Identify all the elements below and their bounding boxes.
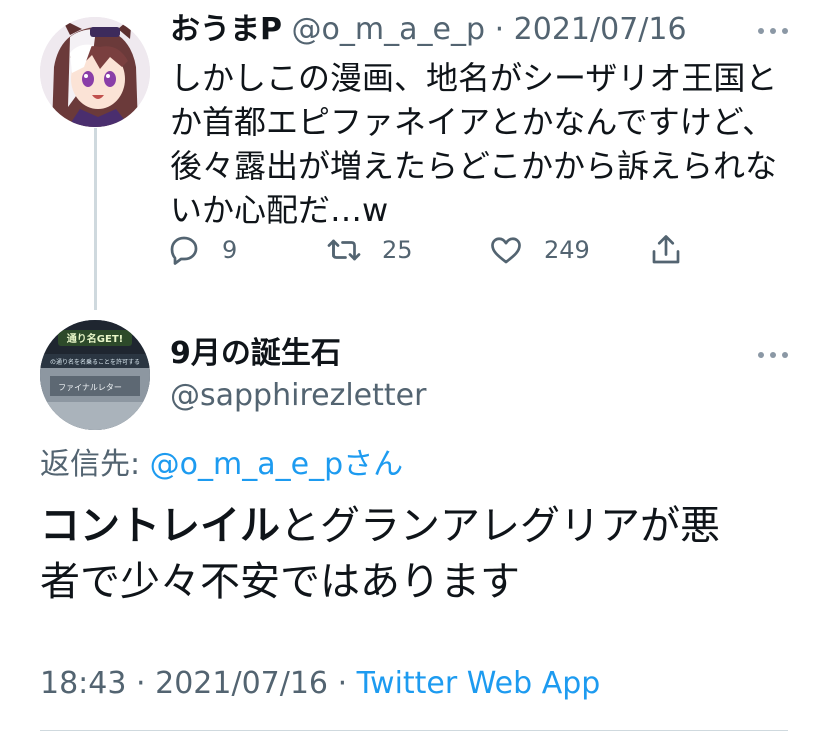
parent-tweet-header: おうまP @o_m_a_e_p · 2021/07/16: [170, 12, 687, 48]
avatar-screenshot-image: 通り名GET! の通り名を名乗ることを許可する ファイナルレター: [40, 320, 150, 430]
replying-to: 返信先: @o_m_a_e_pさん: [40, 446, 403, 484]
parent-date[interactable]: 2021/07/16: [514, 12, 687, 47]
reply-text-line: コントレイルとグランアレグリアが悪: [40, 498, 800, 554]
reply-handle[interactable]: @sapphirezletter: [170, 378, 426, 414]
avatar-text: ファイナルレター: [58, 383, 122, 392]
meta-separator: ·: [136, 666, 146, 701]
tweet-date[interactable]: 2021/07/16: [155, 666, 328, 701]
share-icon: [652, 235, 680, 264]
reply-more-icon[interactable]: [758, 350, 788, 360]
reply-display-name[interactable]: 9月の誕生石: [170, 336, 341, 372]
reply-tweet-text: コントレイルとグランアレグリアが悪 者で少々不安ではあります: [40, 498, 800, 610]
reply-count: 9: [222, 236, 238, 264]
reply-icon: [170, 236, 198, 265]
avatar-illustration: [40, 17, 150, 127]
divider: [40, 730, 788, 731]
parent-avatar[interactable]: [40, 17, 150, 127]
parent-separator: ·: [494, 12, 505, 47]
share-button[interactable]: [648, 232, 684, 268]
reply-button[interactable]: 9: [166, 232, 237, 268]
parent-display-name[interactable]: おうまP: [170, 12, 282, 47]
reply-text-rest: とグランアレグリアが悪: [280, 503, 720, 549]
reply-avatar[interactable]: 通り名GET! の通り名を名乗ることを許可する ファイナルレター: [40, 320, 150, 430]
source-app-link[interactable]: Twitter Web App: [357, 666, 601, 701]
parent-handle[interactable]: @o_m_a_e_p: [292, 12, 485, 47]
parent-text-line: か首都エピファネイアとかなんですけど、: [170, 103, 775, 141]
like-count: 249: [544, 236, 590, 264]
avatar-text: 通り名GET!: [67, 332, 123, 345]
like-button[interactable]: 249: [488, 232, 590, 268]
tweet-time[interactable]: 18:43: [40, 666, 126, 701]
parent-text-line: 後々露出が増えたらどこかから訴えられな: [170, 147, 778, 185]
parent-tweet-text: しかしこの漫画、地名がシーザリオ王国と か首都エピファネイアとかなんですけど、 …: [170, 56, 790, 232]
parent-text-line: しかしこの漫画、地名がシーザリオ王国と: [170, 59, 778, 97]
retweet-count: 25: [382, 236, 413, 264]
replying-to-label: 返信先:: [40, 447, 141, 482]
tweet-meta: 18:43 · 2021/07/16 · Twitter Web App: [40, 665, 600, 703]
replying-to-handle-link[interactable]: @o_m_a_e_pさん: [150, 447, 403, 482]
reply-text-bold: コントレイル: [40, 503, 280, 549]
retweet-button[interactable]: 25: [326, 232, 413, 268]
reply-text-line: 者で少々不安ではあります: [40, 559, 520, 605]
thread-line: [94, 128, 97, 310]
meta-separator: ·: [337, 666, 348, 701]
retweet-icon: [327, 239, 361, 261]
avatar-text: の通り名を名乗ることを許可する: [50, 358, 140, 366]
parent-text-line: いか心配だ…w: [170, 191, 389, 229]
like-icon: [491, 237, 521, 264]
parent-more-icon[interactable]: [758, 26, 788, 36]
